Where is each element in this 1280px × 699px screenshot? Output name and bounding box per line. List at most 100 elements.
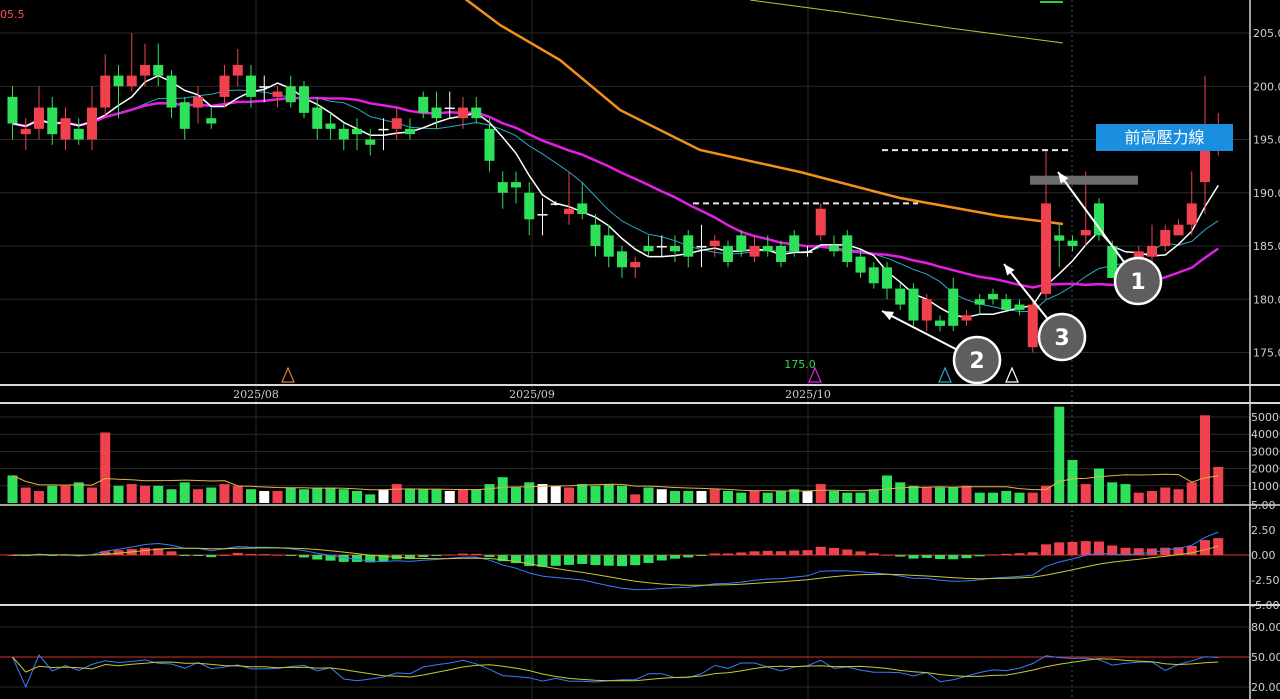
macd-histogram-bar bbox=[1054, 542, 1065, 555]
candle-body bbox=[60, 118, 71, 140]
candle-body bbox=[34, 107, 44, 129]
candle-body bbox=[444, 107, 455, 110]
volume-bar bbox=[908, 485, 919, 503]
macd-histogram-bar bbox=[418, 555, 429, 557]
macd-histogram-bar bbox=[458, 553, 468, 555]
volume-bar bbox=[219, 484, 230, 503]
macd-histogram-bar bbox=[935, 555, 945, 560]
macd-histogram-bar bbox=[1080, 541, 1091, 555]
macd-histogram-bar bbox=[246, 554, 256, 556]
macd-tick-label: -2.50 bbox=[1251, 574, 1279, 587]
volume-bar bbox=[683, 490, 694, 503]
volume-tick-label: 30000 bbox=[1251, 445, 1280, 458]
candle-body bbox=[1160, 230, 1171, 246]
macd-tick-label: 5.00 bbox=[1251, 499, 1276, 512]
candle-body bbox=[988, 293, 998, 300]
macd-histogram-bar bbox=[723, 553, 733, 555]
candle-body bbox=[974, 299, 985, 305]
macd-histogram-bar bbox=[299, 555, 309, 558]
macd-histogram-bar bbox=[749, 551, 760, 555]
volume-bar bbox=[723, 490, 733, 503]
volume-bar bbox=[617, 485, 627, 503]
volume-bar bbox=[802, 490, 813, 503]
candle-body bbox=[736, 235, 747, 252]
volume-bar bbox=[961, 485, 972, 503]
volume-bar bbox=[577, 484, 588, 503]
candle-body bbox=[418, 96, 429, 113]
stock-chart: 205.0 200.0 195.0 190.0 185.0 180.0 175.0 2025/… bbox=[0, 0, 1280, 699]
macd-histogram-bar bbox=[630, 555, 641, 566]
volume-ma-line bbox=[12, 473, 1219, 492]
volume-bar bbox=[564, 487, 574, 503]
callout-number: 3 bbox=[1054, 326, 1069, 351]
volume-bar bbox=[815, 484, 826, 503]
candle-body bbox=[431, 107, 442, 119]
volume-bar bbox=[100, 432, 111, 503]
volume-bar bbox=[1147, 490, 1157, 503]
volume-bar bbox=[126, 484, 137, 503]
macd-histogram-bar bbox=[431, 555, 442, 557]
candle-body bbox=[1186, 203, 1197, 225]
macd-dea-line bbox=[12, 545, 1219, 586]
candle-body bbox=[855, 256, 866, 273]
macd-histogram-bar bbox=[564, 555, 574, 565]
candle-body bbox=[550, 203, 561, 205]
macd-histogram-bar bbox=[776, 551, 786, 555]
macd-histogram-bar bbox=[789, 550, 800, 555]
candle-body bbox=[709, 240, 720, 246]
date-label: 2025/09 bbox=[509, 388, 555, 401]
candle-body bbox=[325, 123, 336, 129]
callout-number: 1 bbox=[1130, 270, 1145, 295]
volume-bar bbox=[948, 487, 959, 503]
volume-bar bbox=[1133, 492, 1144, 503]
macd-histogram-bar bbox=[444, 554, 455, 556]
macd-histogram-bar bbox=[179, 555, 190, 556]
date-label: 2025/10 bbox=[785, 388, 831, 401]
candle-body bbox=[405, 128, 415, 135]
candle-body bbox=[935, 320, 945, 326]
candle-body bbox=[497, 182, 508, 193]
macd-panel bbox=[0, 531, 1250, 591]
volume-bar bbox=[299, 489, 309, 503]
top-left-label: 05.5 bbox=[0, 8, 25, 21]
candle-body bbox=[1147, 246, 1157, 257]
volume-bar bbox=[140, 485, 150, 503]
macd-histogram-bar bbox=[882, 554, 892, 556]
candle-body bbox=[670, 246, 680, 252]
candle-body bbox=[1067, 240, 1078, 246]
macd-tick-label: -5.00 bbox=[1251, 599, 1279, 612]
date-label: 2025/08 bbox=[233, 388, 279, 401]
candle-body bbox=[1173, 224, 1184, 236]
volume-bar bbox=[179, 482, 190, 503]
volume-bar bbox=[1160, 487, 1171, 503]
price-tick-label: 200.0 bbox=[1253, 80, 1280, 93]
ma120-line bbox=[749, 0, 1064, 44]
macd-histogram-bar bbox=[232, 552, 243, 555]
volume-bar bbox=[762, 492, 773, 503]
macd-histogram-bar bbox=[617, 555, 627, 567]
macd-histogram-bar bbox=[709, 553, 720, 555]
candle-body bbox=[246, 75, 256, 97]
candle-body bbox=[683, 235, 694, 257]
volume-bar bbox=[418, 489, 429, 503]
volume-bar bbox=[842, 492, 853, 503]
volume-bar bbox=[113, 485, 124, 503]
candle-body bbox=[723, 246, 733, 262]
volume-bar bbox=[47, 485, 58, 503]
volume-bar bbox=[709, 489, 720, 503]
candle-body bbox=[868, 267, 879, 284]
volume-bar bbox=[630, 494, 641, 503]
volume-bar bbox=[325, 487, 336, 503]
candle-body bbox=[7, 96, 18, 124]
signal-triangle bbox=[1005, 366, 1019, 383]
volume-bar bbox=[1080, 484, 1091, 503]
volume-bar bbox=[974, 492, 985, 503]
candle-body bbox=[140, 64, 150, 76]
volume-bar bbox=[603, 484, 614, 503]
callout-number: 2 bbox=[969, 349, 984, 374]
ma60-line bbox=[464, 0, 1064, 226]
volume-bar bbox=[444, 490, 455, 503]
macd-histogram-bar bbox=[484, 555, 495, 558]
macd-histogram-bar bbox=[1041, 544, 1051, 555]
candle-body bbox=[511, 182, 521, 188]
